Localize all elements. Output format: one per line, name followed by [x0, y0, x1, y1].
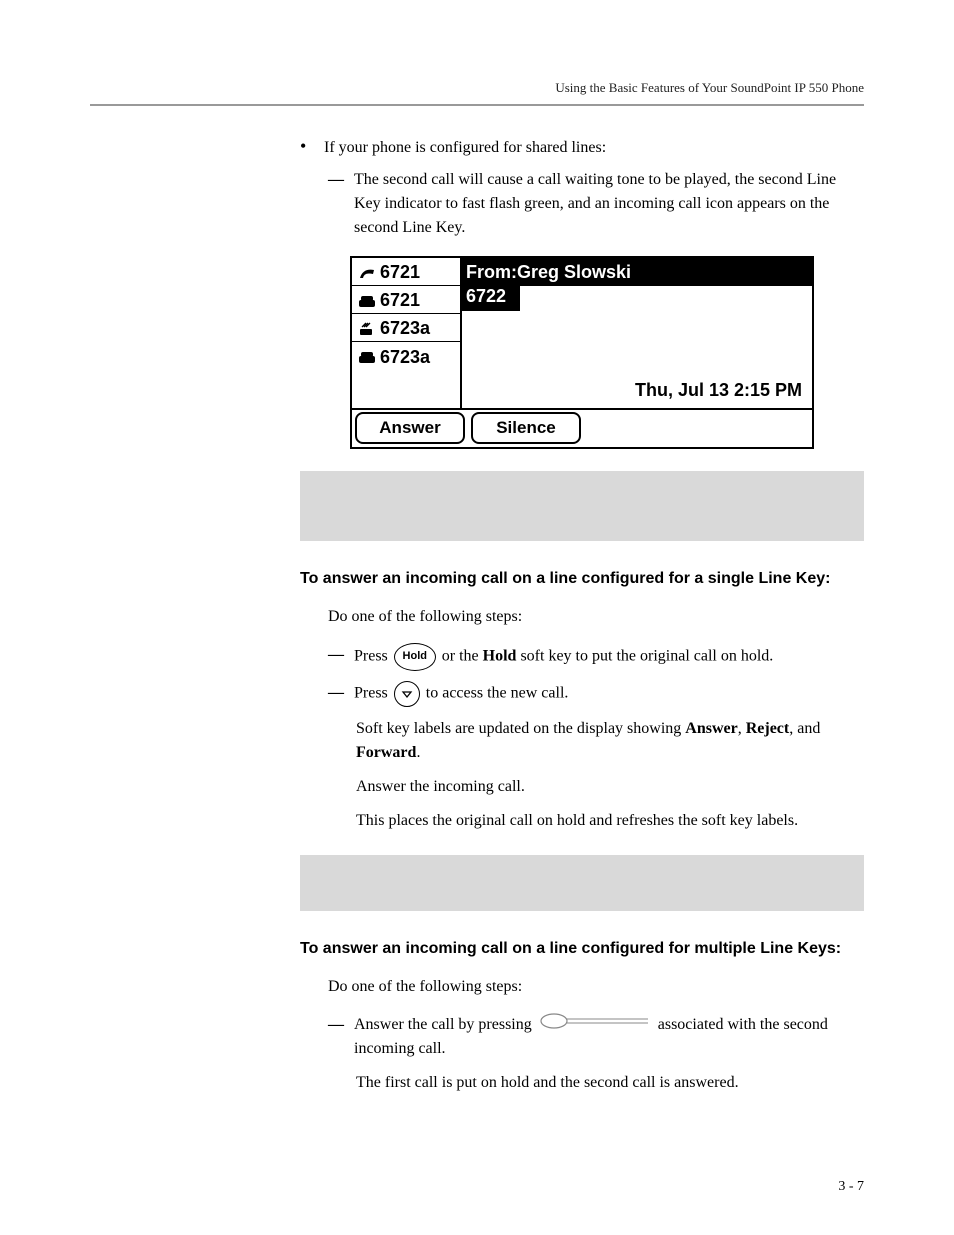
step-hold: — Press Hold or the Hold soft key to put…	[328, 643, 864, 671]
bullet-text: If your phone is configured for shared l…	[324, 136, 864, 160]
line-1: 6721	[352, 258, 460, 286]
line-1-label: 6721	[380, 259, 420, 286]
text-fragment: soft key to put the original call on hol…	[516, 647, 773, 664]
note-box-1	[300, 471, 864, 541]
dash-marker: —	[328, 681, 354, 707]
phone-screenshot: 6721 6721 6723a	[350, 256, 814, 449]
from-label: From:Greg Slowski	[462, 258, 812, 286]
step-down-text: Press to access the new call.	[354, 681, 864, 707]
text-fragment: Press	[354, 647, 392, 664]
line-3-label: 6723a	[380, 315, 430, 342]
text-fragment: to access the new call.	[422, 684, 569, 701]
incoming-call-icon	[358, 322, 376, 336]
sub-bullet-text: The second call will cause a call waitin…	[354, 168, 864, 240]
text-fragment: or the	[438, 647, 483, 664]
text-fragment: Answer the call by pressing	[354, 1016, 536, 1033]
heading-multiple-line-keys: To answer an incoming call on a line con…	[300, 937, 864, 961]
line-key-icon	[540, 1013, 650, 1037]
heading-single-line-key: To answer an incoming call on a line con…	[300, 567, 864, 591]
bold-hold: Hold	[483, 647, 517, 664]
dash-marker: —	[328, 168, 354, 240]
line-4-label: 6723a	[380, 344, 430, 371]
intro-2: Do one of the following steps:	[328, 975, 864, 999]
dash-marker: —	[328, 1013, 354, 1061]
line-2-label: 6721	[380, 287, 420, 314]
answer-call-text: Answer the incoming call.	[356, 775, 864, 799]
dash-marker: —	[328, 643, 354, 671]
text-fragment: ,	[738, 720, 746, 737]
text-fragment: Press	[354, 684, 392, 701]
step-press-line-key: — Answer the call by pressing associated…	[328, 1013, 864, 1061]
page-number: 3 - 7	[838, 1179, 864, 1195]
bullet-shared-lines: • If your phone is configured for shared…	[300, 136, 864, 160]
datetime: Thu, Jul 13 2:15 PM	[635, 377, 802, 404]
softkey-labels-text: Soft key labels are updated on the displ…	[356, 717, 864, 765]
bold-forward: Forward	[356, 744, 416, 761]
text-fragment: Soft key labels are updated on the displ…	[356, 720, 685, 737]
softkey-answer: Answer	[355, 412, 465, 444]
header-rule	[90, 104, 864, 106]
phone-icon	[358, 350, 376, 364]
main-content: • If your phone is configured for shared…	[300, 136, 864, 1095]
note-box-2	[300, 855, 864, 911]
softkey-silence: Silence	[471, 412, 581, 444]
line-4: 6723a	[352, 342, 460, 370]
running-header: Using the Basic Features of Your SoundPo…	[90, 80, 864, 96]
handset-off-icon	[358, 266, 376, 280]
bold-answer: Answer	[685, 720, 737, 737]
intro-1: Do one of the following steps:	[328, 605, 864, 629]
step-hold-text: Press Hold or the Hold soft key to put t…	[354, 643, 864, 671]
phone-icon	[358, 294, 376, 308]
hold-key-icon: Hold	[394, 643, 436, 671]
line-3: 6723a	[352, 314, 460, 342]
first-call-hold-text: The first call is put on hold and the se…	[356, 1071, 864, 1095]
step-press-line-key-text: Answer the call by pressing associated w…	[354, 1013, 864, 1061]
bold-reject: Reject	[746, 720, 790, 737]
places-on-hold-text: This places the original call on hold an…	[356, 809, 864, 833]
caller-number: 6722	[462, 286, 520, 311]
sub-bullet-second-call: — The second call will cause a call wait…	[328, 168, 864, 240]
line-2: 6721	[352, 286, 460, 314]
down-arrow-key-icon	[394, 681, 420, 707]
step-down-arrow: — Press to access the new call.	[328, 681, 864, 707]
bullet-marker: •	[300, 136, 324, 160]
text-fragment: , and	[789, 720, 820, 737]
text-fragment: .	[416, 744, 420, 761]
